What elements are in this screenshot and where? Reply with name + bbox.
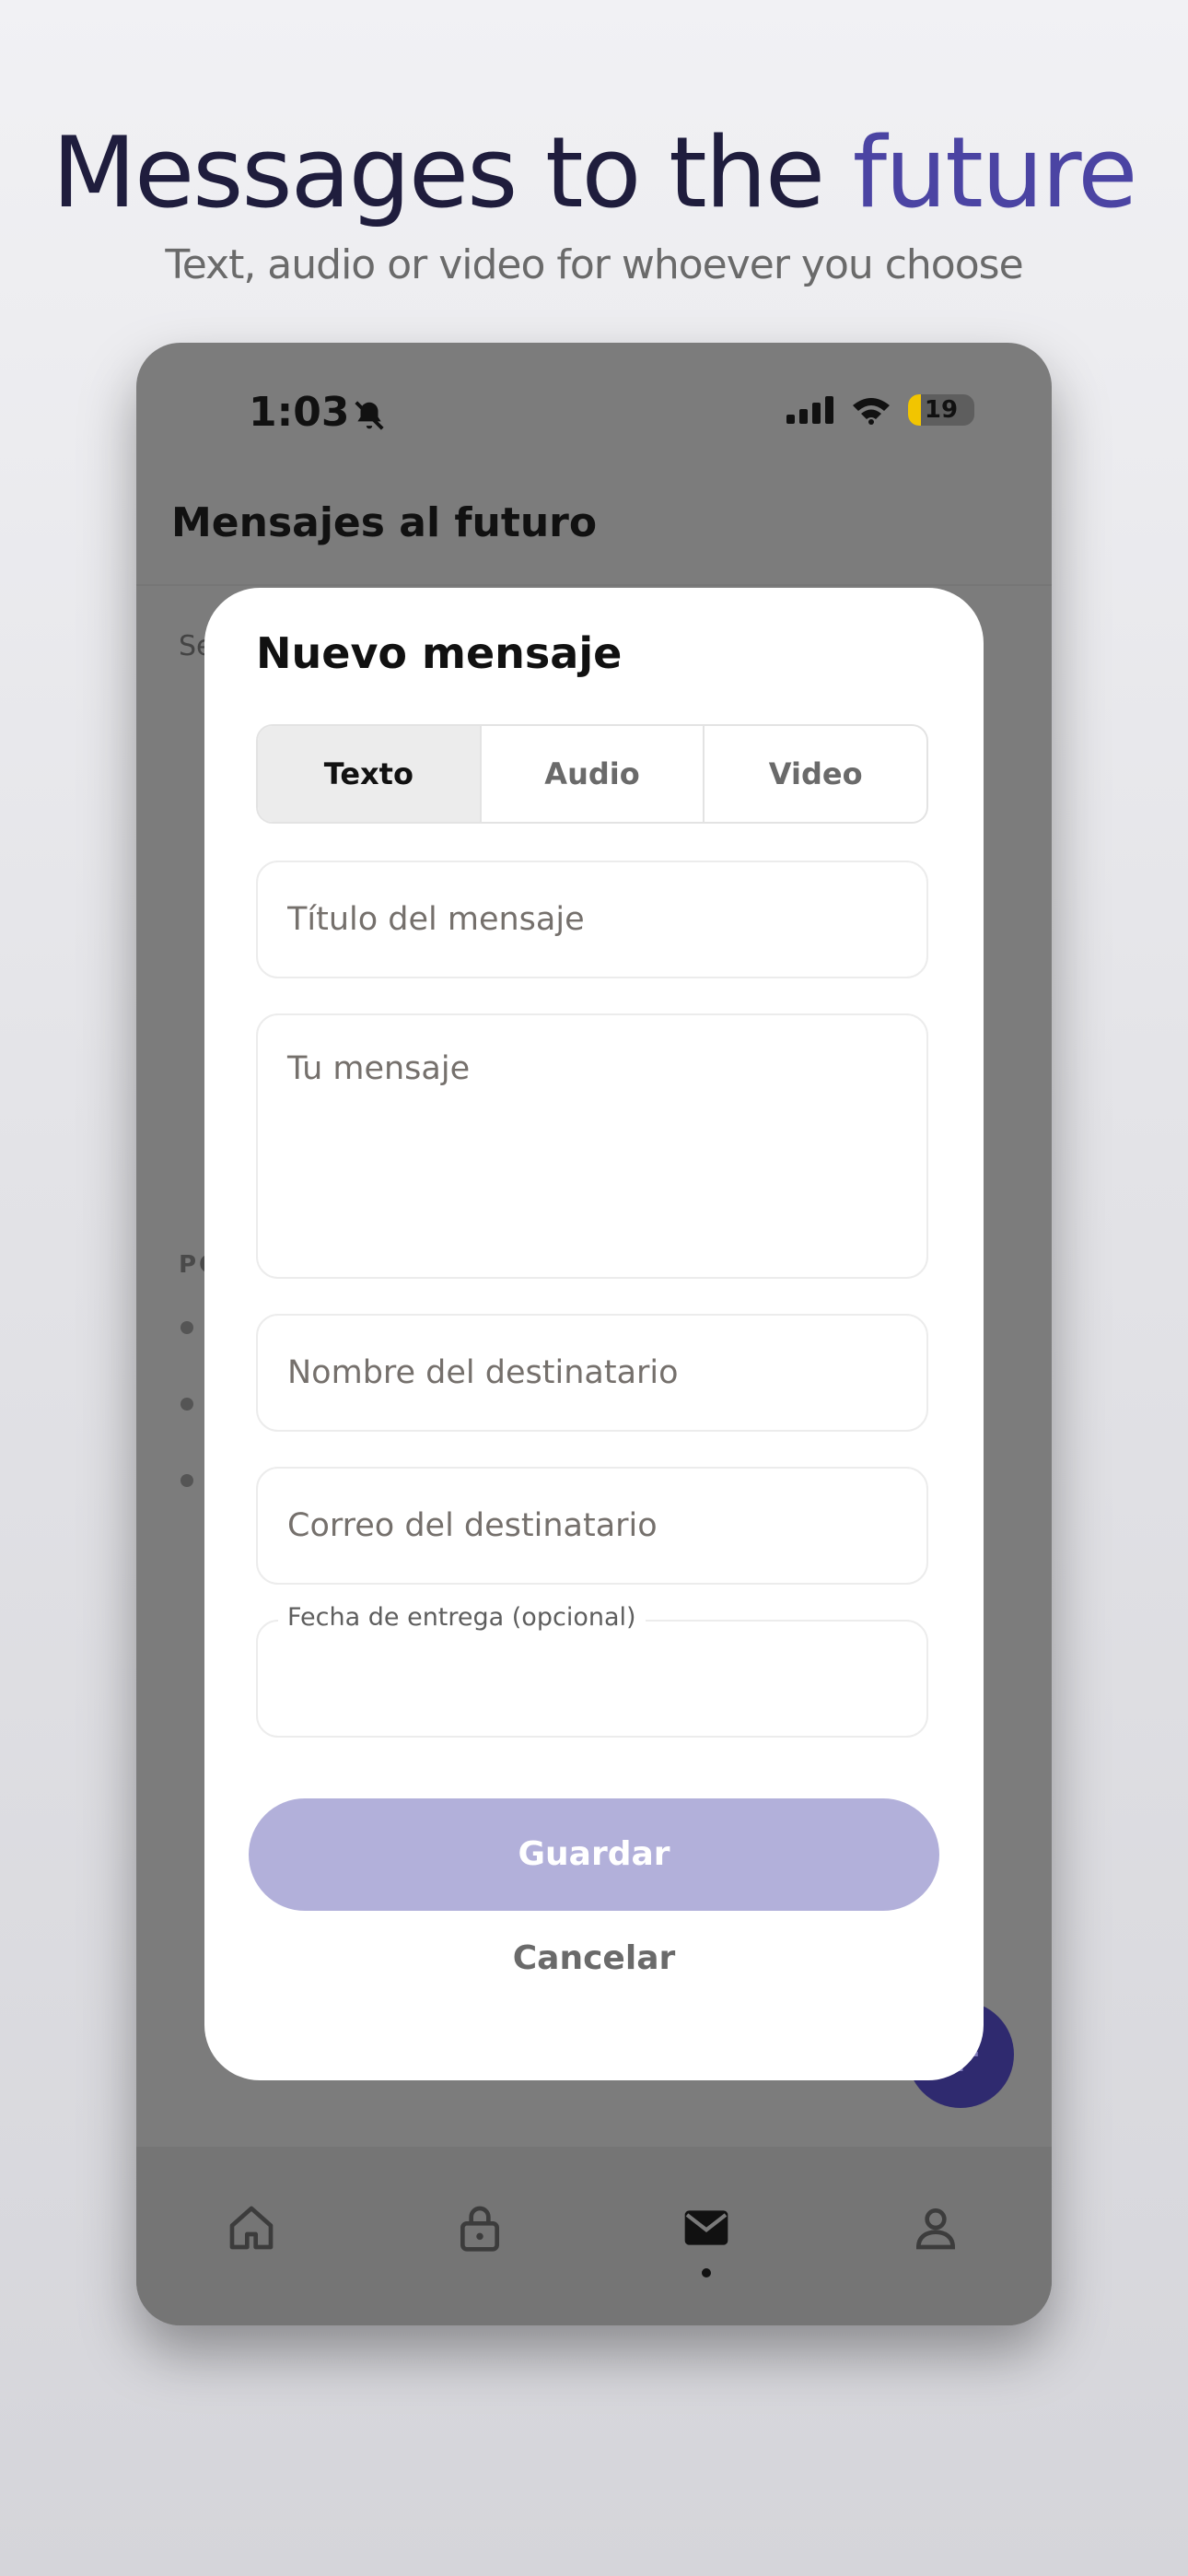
tab-video[interactable]: Video: [705, 726, 926, 822]
promo-headline: Messages to the future: [0, 119, 1188, 228]
recipient-email-input[interactable]: [258, 1469, 926, 1583]
recipient-name-field: [256, 1314, 928, 1432]
header-divider: [136, 584, 1052, 586]
tab-texto[interactable]: Texto: [258, 726, 482, 822]
nav-mail-icon[interactable]: [681, 2202, 732, 2254]
wifi-icon: [853, 398, 890, 425]
tab-audio[interactable]: Audio: [482, 726, 705, 822]
bell-muted-icon: [355, 401, 384, 430]
new-message-modal: Nuevo mensaje Texto Audio Video Fecha de…: [204, 588, 984, 2080]
status-bar: 1:03 19: [249, 389, 974, 444]
message-type-segmented-control: Texto Audio Video: [256, 724, 928, 824]
cellular-signal-icon: [786, 396, 833, 424]
bottom-tab-bar: [136, 2147, 1052, 2325]
status-time: 1:03: [249, 389, 350, 436]
status-right: 19: [786, 394, 974, 426]
cancel-button[interactable]: Cancelar: [204, 1922, 984, 1996]
active-tab-indicator: [702, 2268, 711, 2277]
headline-accent: future: [852, 116, 1138, 229]
app-title: Mensajes al futuro: [171, 499, 598, 546]
list-bullet: [181, 1474, 193, 1487]
recipient-name-input[interactable]: [258, 1316, 926, 1430]
title-input[interactable]: [258, 862, 926, 977]
headline-main: Messages to the: [52, 116, 826, 229]
delivery-date-label: Fecha de entrega (opcional): [278, 1603, 646, 1632]
delivery-date-input[interactable]: [258, 1622, 926, 1736]
message-textarea[interactable]: [258, 1015, 926, 1277]
nav-home-icon[interactable]: [226, 2202, 277, 2254]
battery-level: 19: [924, 396, 959, 424]
promo-subheadline: Text, audio or video for whoever you cho…: [165, 241, 1023, 288]
list-bullet: [181, 1398, 193, 1411]
message-field: [256, 1013, 928, 1279]
nav-lock-icon[interactable]: [454, 2202, 506, 2254]
recipient-email-field: [256, 1467, 928, 1585]
save-button[interactable]: Guardar: [249, 1798, 939, 1911]
list-bullet: [181, 1321, 193, 1334]
delivery-date-field: Fecha de entrega (opcional): [256, 1603, 928, 1738]
nav-profile-icon[interactable]: [910, 2202, 961, 2254]
modal-title: Nuevo mensaje: [256, 628, 623, 678]
battery-indicator: 19: [908, 394, 974, 426]
title-field: [256, 861, 928, 978]
